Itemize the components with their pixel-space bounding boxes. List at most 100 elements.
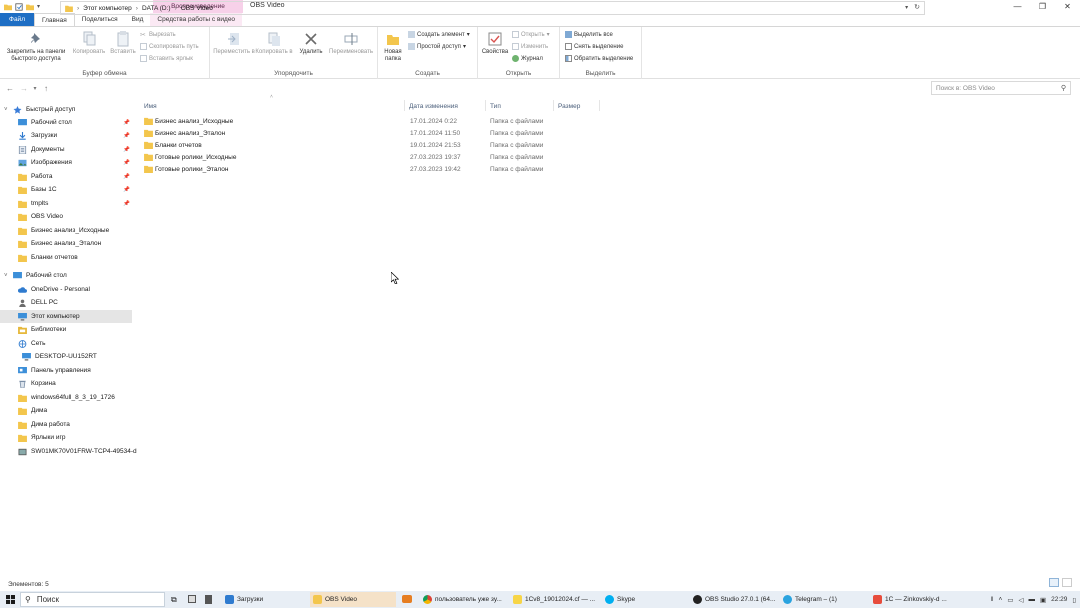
taskbar-search-box[interactable]: ⚲ Поиск	[20, 592, 165, 607]
search-input[interactable]: Поиск в: OBS Video ⚲	[931, 81, 1071, 95]
properties-icon[interactable]	[15, 2, 23, 11]
nav-item-downloads[interactable]: Загрузки 📌	[0, 129, 132, 142]
nav-item-dima[interactable]: Дима	[0, 404, 132, 417]
new-item-button[interactable]: Создать элемент ▾	[408, 31, 470, 38]
nav-item-dell-pc[interactable]: DELL PC	[0, 296, 132, 309]
keyboard-icon[interactable]: ▣	[1040, 596, 1046, 604]
new-folder-button[interactable]: Новая папка	[380, 31, 406, 63]
column-header-date[interactable]: Дата изменения	[409, 100, 458, 112]
easy-access-button[interactable]: Простой доступ ▾	[408, 43, 466, 50]
clock[interactable]: 22:29	[1051, 596, 1067, 603]
taskbar-app-obs-studio[interactable]: OBS Studio 27.0.1 (64...	[690, 592, 778, 607]
chevron-down-icon[interactable]: ▾	[905, 5, 908, 11]
edit-button[interactable]: Изменить	[512, 43, 548, 50]
widget-icon[interactable]	[188, 595, 196, 603]
address-bar[interactable]: › Этот компьютер › DATA (D:) › OBS Video…	[60, 1, 925, 15]
taskbar-app-obs-video[interactable]: OBS Video	[310, 592, 396, 607]
column-header-name[interactable]: Имя	[144, 100, 157, 112]
pin-icon[interactable]: 📌	[123, 201, 130, 207]
breadcrumb-obs-video[interactable]: OBS Video	[181, 5, 213, 12]
search-icon[interactable]: ⚲	[1061, 84, 1066, 92]
copy-path-button[interactable]: Скопировать путь	[140, 43, 199, 50]
invert-selection-button[interactable]: Обратить выделение	[565, 55, 633, 62]
start-button[interactable]	[0, 591, 20, 608]
column-divider[interactable]	[553, 100, 554, 111]
properties-button[interactable]: Свойства	[480, 31, 510, 56]
nav-desktop-root[interactable]: ˅ Рабочий стол	[0, 269, 132, 282]
copy-button[interactable]: Копировать	[70, 31, 108, 56]
nav-item-business-source[interactable]: Бизнес анализ_Исходные	[0, 224, 132, 237]
chevron-down-icon[interactable]: ˅	[4, 273, 8, 279]
breadcrumb-this-pc[interactable]: Этот компьютер	[83, 5, 132, 12]
large-icons-view-button[interactable]	[1062, 578, 1072, 587]
paste-button[interactable]: Вставить	[108, 31, 138, 56]
back-arrow-icon[interactable]: ←	[3, 84, 17, 93]
details-view-button[interactable]	[1049, 578, 1059, 587]
file-row[interactable]: Бизнес анализ_Эталон 17.01.2024 11:50 Па…	[140, 127, 560, 139]
volume-icon[interactable]: ◁	[1018, 596, 1023, 604]
app-icon[interactable]	[402, 595, 412, 603]
column-divider[interactable]	[485, 100, 486, 111]
language-icon[interactable]: ▬	[1028, 596, 1035, 603]
refresh-icon[interactable]: ↻	[914, 4, 920, 11]
nav-item-work[interactable]: Работа 📌	[0, 170, 132, 183]
network-icon[interactable]: ▭	[1007, 596, 1013, 604]
nav-item-dima-work[interactable]: Дима работа	[0, 418, 132, 431]
file-row[interactable]: Бланки отчетов 19.01.2024 21:53 Папка с …	[140, 139, 560, 151]
column-divider[interactable]	[404, 100, 405, 111]
nav-item-business-etalon[interactable]: Бизнес анализ_Эталон	[0, 237, 132, 250]
nav-item-desktop[interactable]: Рабочий стол 📌	[0, 116, 132, 129]
nav-item-network[interactable]: Сеть	[0, 337, 132, 350]
rename-button[interactable]: Переименовать	[326, 31, 376, 56]
task-view-icon[interactable]: ⧉	[171, 595, 177, 605]
taskbar-app-1c-cf[interactable]: 1Cv8_19012024.cf — ...	[510, 592, 598, 607]
select-none-button[interactable]: Снять выделение	[565, 43, 623, 50]
file-row[interactable]: Бизнес анализ_Исходные 17.01.2024 0:22 П…	[140, 115, 560, 127]
pin-icon[interactable]: 📌	[123, 133, 130, 139]
recent-locations-icon[interactable]: ▾	[31, 85, 39, 92]
taskbar-app-downloads[interactable]: Загрузки	[222, 592, 308, 607]
nav-item-recycle-bin[interactable]: Корзина	[0, 377, 132, 390]
taskbar-app-telegram[interactable]: Telegram – (1)	[780, 592, 866, 607]
nav-item-obs-video[interactable]: OBS Video	[0, 210, 132, 223]
pin-quick-access-button[interactable]: Закрепить на панели быстрого доступа	[2, 31, 70, 63]
minimize-button[interactable]: —	[1005, 0, 1030, 13]
column-divider[interactable]	[599, 100, 600, 111]
breadcrumb-data-drive[interactable]: DATA (D:)	[142, 5, 171, 12]
nav-item-tmplts[interactable]: tmplts 📌	[0, 197, 132, 210]
nav-item-pictures[interactable]: Изображения 📌	[0, 156, 132, 169]
pin-icon[interactable]: 📌	[123, 120, 130, 126]
delete-button[interactable]: Удалить	[296, 31, 326, 56]
history-button[interactable]: Журнал	[512, 55, 543, 62]
paste-shortcut-button[interactable]: Вставить ярлык	[140, 55, 193, 62]
taskbar-app-1c-zinkovskiy[interactable]: 1C — Zinkovskiy-d ...	[870, 592, 958, 607]
move-to-button[interactable]: Переместить в	[212, 31, 256, 56]
calculator-icon[interactable]	[205, 595, 212, 604]
up-arrow-icon[interactable]: ↑	[39, 84, 53, 93]
nav-item-onedrive[interactable]: OneDrive - Personal	[0, 283, 132, 296]
column-header-size[interactable]: Размер	[558, 100, 580, 112]
copy-to-button[interactable]: Копировать в	[254, 31, 294, 56]
forward-arrow-icon[interactable]: →	[17, 84, 31, 93]
pin-icon[interactable]: 📌	[123, 160, 130, 166]
cut-button[interactable]: ✂ Вырезать	[140, 31, 176, 40]
pin-icon[interactable]: 📌	[123, 174, 130, 180]
notifications-icon[interactable]: ▯	[1072, 596, 1076, 604]
new-folder-icon[interactable]	[26, 3, 34, 11]
maximize-button[interactable]: ❐	[1030, 0, 1055, 13]
open-button[interactable]: Открыть ▾	[512, 31, 550, 38]
nav-item-1c-bases[interactable]: Базы 1С 📌	[0, 183, 132, 196]
nav-item-libraries[interactable]: Библиотеки	[0, 323, 132, 336]
nav-item-this-pc[interactable]: Этот компьютер	[0, 310, 132, 323]
nav-item-report-forms[interactable]: Бланки отчетов	[0, 251, 132, 264]
taskbar-app-chrome[interactable]: пользователь уже зу...	[420, 592, 508, 607]
close-button[interactable]: ✕	[1055, 0, 1080, 13]
nav-item-desktop-pc[interactable]: DESKTOP-UU152RT	[0, 350, 132, 363]
pin-icon[interactable]: 📌	[123, 187, 130, 193]
nav-item-windows64full[interactable]: windows64full_8_3_19_1726	[0, 391, 132, 404]
taskbar-app-skype[interactable]: Skype	[602, 592, 686, 607]
nav-quick-access[interactable]: ˅ Быстрый доступ	[0, 103, 132, 116]
chevron-down-icon[interactable]: ˅	[4, 107, 8, 113]
tab-file[interactable]: Файл	[0, 13, 34, 26]
nav-item-control-panel[interactable]: Панель управления	[0, 364, 132, 377]
